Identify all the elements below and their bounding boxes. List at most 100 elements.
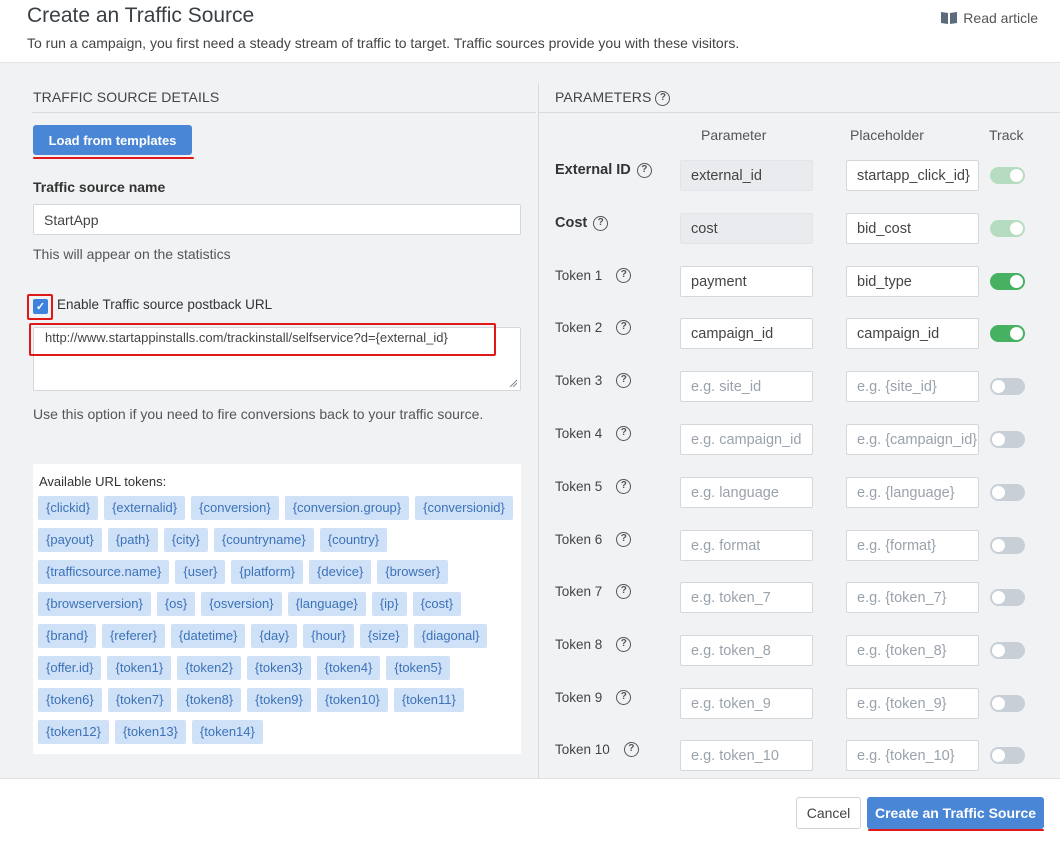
url-token-chip[interactable]: {payout} <box>38 528 102 552</box>
track-toggle[interactable] <box>990 167 1025 184</box>
help-icon[interactable]: ? <box>616 584 632 599</box>
url-token-chip[interactable]: {token14} <box>191 720 263 744</box>
url-token-chip[interactable]: {conversionid} <box>415 496 513 520</box>
help-icon[interactable]: ? <box>616 532 632 547</box>
help-icon[interactable]: ? <box>623 742 639 757</box>
url-token-chip[interactable]: {countryname} <box>213 528 314 552</box>
url-token-chip[interactable]: {conversion.group} <box>284 496 410 520</box>
track-toggle[interactable] <box>990 589 1025 606</box>
track-toggle[interactable] <box>990 273 1025 290</box>
url-token-chip[interactable]: {token8} <box>177 688 242 712</box>
url-token-chip[interactable]: {token1} <box>107 656 172 680</box>
help-icon[interactable]: ? <box>616 479 632 494</box>
placeholder-input[interactable]: e.g. {format} <box>846 530 979 561</box>
read-article-link[interactable]: Read article <box>940 10 1038 26</box>
url-token-chip[interactable]: {token9} <box>247 688 311 712</box>
placeholder-input[interactable]: e.g. {site_id} <box>846 371 979 402</box>
url-token-chip[interactable]: {datetime} <box>170 624 246 648</box>
url-token-chip[interactable]: {token12} <box>38 720 109 744</box>
cancel-button[interactable]: Cancel <box>796 797 861 829</box>
traffic-source-details-panel: TRAFFIC SOURCE DETAILS Load from templat… <box>27 63 536 779</box>
url-token-chip[interactable]: {day} <box>251 624 298 648</box>
url-token-chip[interactable]: {token2} <box>177 656 241 680</box>
parameter-input[interactable]: campaign_id <box>680 318 813 349</box>
parameter-input[interactable]: payment <box>680 266 813 297</box>
help-icon[interactable]: ? <box>616 373 632 388</box>
track-toggle[interactable] <box>990 325 1025 342</box>
placeholder-input[interactable]: campaign_id <box>846 318 979 349</box>
details-divider <box>32 112 536 113</box>
url-token-chip[interactable]: {referer} <box>101 624 165 648</box>
track-toggle[interactable] <box>990 747 1025 764</box>
track-toggle[interactable] <box>990 220 1025 237</box>
placeholder-input[interactable]: bid_cost <box>846 213 979 244</box>
traffic-source-name-input[interactable]: StartApp <box>33 204 521 235</box>
parameter-input[interactable]: e.g. site_id <box>680 371 813 402</box>
track-toggle[interactable] <box>990 484 1025 501</box>
track-toggle[interactable] <box>990 695 1025 712</box>
scrollbar[interactable] <box>1056 125 1060 841</box>
help-icon[interactable]: ? <box>616 426 632 441</box>
url-token-chip[interactable]: {user} <box>175 560 226 584</box>
url-token-chip[interactable]: {externalid} <box>104 496 186 520</box>
url-token-chip[interactable]: {path} <box>107 528 158 552</box>
help-icon[interactable]: ? <box>616 637 632 652</box>
url-token-chip[interactable]: {token3} <box>246 656 311 680</box>
track-toggle[interactable] <box>990 431 1025 448</box>
url-token-chip[interactable]: {trafficsource.name} <box>38 560 170 584</box>
url-token-chip[interactable]: {osversion} <box>201 592 282 616</box>
url-token-chip[interactable]: {device} <box>309 560 372 584</box>
help-icon[interactable]: ? <box>636 162 652 178</box>
placeholder-input[interactable]: bid_type <box>846 266 979 297</box>
parameters-divider <box>539 112 1060 113</box>
url-token-chip[interactable]: {token10} <box>316 688 388 712</box>
help-icon[interactable]: ? <box>616 320 632 335</box>
parameter-input[interactable]: e.g. token_9 <box>680 688 813 719</box>
url-token-chip[interactable]: {ip} <box>371 592 407 616</box>
url-token-chip[interactable]: {conversion} <box>191 496 279 520</box>
url-token-chip[interactable]: {browserversion} <box>38 592 151 616</box>
url-token-chip[interactable]: {os} <box>156 592 196 616</box>
parameter-input[interactable]: e.g. token_7 <box>680 582 813 613</box>
parameter-input[interactable]: e.g. token_10 <box>680 740 813 771</box>
url-token-chip[interactable]: {token6} <box>38 688 102 712</box>
placeholder-input[interactable]: e.g. {language} <box>846 477 979 508</box>
resize-grip-icon[interactable] <box>509 379 517 387</box>
track-toggle[interactable] <box>990 378 1025 395</box>
url-token-chip[interactable]: {country} <box>319 528 388 552</box>
create-traffic-source-button[interactable]: Create an Traffic Source <box>867 797 1044 829</box>
help-icon[interactable]: ? <box>616 268 632 283</box>
help-icon[interactable]: ? <box>616 690 632 705</box>
url-token-chip[interactable]: {city} <box>163 528 208 552</box>
track-toggle[interactable] <box>990 537 1025 554</box>
url-token-chip[interactable]: {hour} <box>303 624 354 648</box>
url-token-chip[interactable]: {token5} <box>386 656 451 680</box>
parameter-input[interactable]: e.g. language <box>680 477 813 508</box>
parameter-input[interactable]: e.g. format <box>680 530 813 561</box>
url-token-chip[interactable]: {platform} <box>231 560 304 584</box>
url-token-chip[interactable]: {diagonal} <box>413 624 488 648</box>
help-icon[interactable]: ? <box>655 90 671 106</box>
track-toggle[interactable] <box>990 642 1025 659</box>
url-token-chip[interactable]: {browser} <box>377 560 449 584</box>
placeholder-input[interactable]: startapp_click_id} <box>846 160 979 191</box>
parameter-input[interactable]: e.g. token_8 <box>680 635 813 666</box>
placeholder-input[interactable]: e.g. {token_8} <box>846 635 979 666</box>
placeholder-input[interactable]: e.g. {token_9} <box>846 688 979 719</box>
url-token-chip[interactable]: {token11} <box>393 688 464 712</box>
url-token-chip[interactable]: {cost} <box>412 592 462 616</box>
url-token-chip[interactable]: {token13} <box>114 720 186 744</box>
help-icon[interactable]: ? <box>593 215 609 231</box>
url-token-chip[interactable]: {offer.id} <box>38 656 102 680</box>
url-token-chip[interactable]: {language} <box>287 592 366 616</box>
url-token-chip[interactable]: {brand} <box>38 624 96 648</box>
url-token-chip[interactable]: {clickid} <box>38 496 99 520</box>
placeholder-input[interactable]: e.g. {token_10} <box>846 740 979 771</box>
url-token-chip[interactable]: {token4} <box>316 656 381 680</box>
placeholder-input[interactable]: e.g. {token_7} <box>846 582 979 613</box>
load-from-templates-button[interactable]: Load from templates <box>33 125 192 155</box>
url-token-chip[interactable]: {token7} <box>107 688 172 712</box>
parameter-input[interactable]: e.g. campaign_id <box>680 424 813 455</box>
url-token-chip[interactable]: {size} <box>359 624 408 648</box>
placeholder-input[interactable]: e.g. {campaign_id} <box>846 424 979 455</box>
